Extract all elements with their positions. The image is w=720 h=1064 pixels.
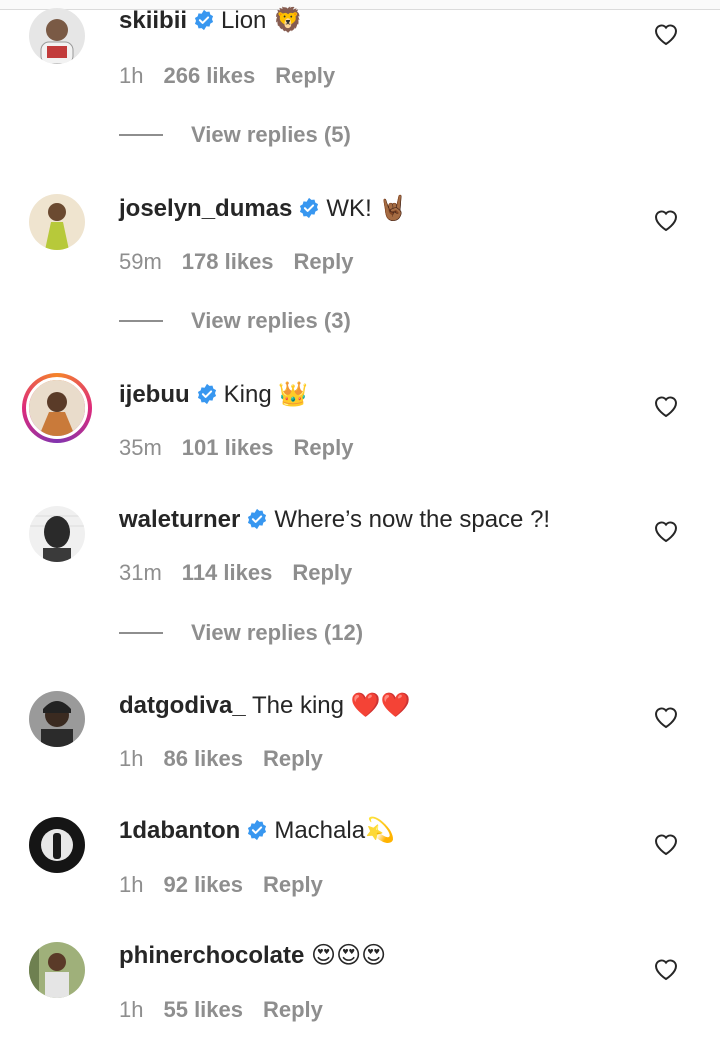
- like-heart-icon[interactable]: [653, 957, 679, 981]
- reply-button[interactable]: Reply: [263, 746, 323, 771]
- comment-meta: 31m 114 likes Reply: [119, 559, 352, 587]
- username[interactable]: phinerchocolate: [119, 942, 304, 969]
- comment-line: 1dabanton Machala💫: [119, 816, 395, 846]
- comment-time: 59m: [119, 249, 162, 274]
- reply-button[interactable]: Reply: [292, 560, 352, 585]
- comment-line: waleturner Where’s now the space ?!: [119, 505, 550, 535]
- comment-meta: 1h 266 likes Reply: [119, 62, 335, 90]
- comment-line: ijebuu King 👑: [119, 380, 308, 410]
- reply-button[interactable]: Reply: [294, 435, 354, 460]
- avatar[interactable]: [29, 942, 85, 998]
- comment-line: skiibii Lion 🦁: [119, 6, 303, 36]
- username[interactable]: ijebuu: [119, 381, 190, 408]
- username[interactable]: joselyn_dumas: [119, 195, 292, 222]
- avatar[interactable]: [29, 194, 85, 250]
- likes-count[interactable]: 266 likes: [163, 63, 255, 88]
- comment-time: 1h: [119, 746, 144, 771]
- view-replies[interactable]: View replies (12): [119, 619, 363, 647]
- username[interactable]: 1dabanton: [119, 817, 240, 844]
- username[interactable]: datgodiva_: [119, 692, 246, 719]
- likes-count[interactable]: 86 likes: [163, 746, 243, 771]
- comment-line: datgodiva_ The king ❤️❤️: [119, 691, 410, 721]
- avatar[interactable]: [29, 691, 85, 747]
- comment-text: Where’s now the space ?!: [274, 506, 551, 533]
- reply-button[interactable]: Reply: [294, 249, 354, 274]
- comment-meta: 1h 55 likes Reply: [119, 996, 323, 1024]
- verified-badge-icon: [246, 819, 268, 841]
- comment-text: WK! 🤘🏾: [326, 195, 409, 222]
- like-heart-icon[interactable]: [653, 394, 679, 418]
- verified-badge-icon: [196, 383, 218, 405]
- comment-time: 35m: [119, 435, 162, 460]
- likes-count[interactable]: 178 likes: [182, 249, 274, 274]
- verified-badge-icon: [298, 197, 320, 219]
- avatar[interactable]: [29, 817, 85, 873]
- comment-time: 1h: [119, 63, 144, 88]
- comment-meta: 1h 92 likes Reply: [119, 871, 323, 899]
- avatar[interactable]: [29, 8, 85, 64]
- likes-count[interactable]: 101 likes: [182, 435, 274, 460]
- reply-button[interactable]: Reply: [263, 872, 323, 897]
- comment-time: 31m: [119, 560, 162, 585]
- top-divider: [0, 0, 720, 10]
- view-replies-label[interactable]: View replies (12): [191, 619, 363, 647]
- likes-count[interactable]: 55 likes: [163, 997, 243, 1022]
- reply-button[interactable]: Reply: [275, 63, 335, 88]
- avatar[interactable]: [29, 506, 85, 562]
- reply-button[interactable]: Reply: [263, 997, 323, 1022]
- comment-time: 1h: [119, 872, 144, 897]
- replies-divider: [119, 320, 163, 322]
- likes-count[interactable]: 114 likes: [182, 560, 273, 585]
- comment-text: 😍😍😍: [311, 942, 387, 969]
- like-heart-icon[interactable]: [653, 208, 679, 232]
- comment-meta: 35m 101 likes Reply: [119, 434, 353, 462]
- verified-badge-icon: [193, 9, 215, 31]
- comment-meta: 1h 86 likes Reply: [119, 745, 323, 773]
- username[interactable]: skiibii: [119, 7, 187, 34]
- verified-badge-icon: [246, 508, 268, 530]
- view-replies[interactable]: View replies (5): [119, 121, 351, 149]
- comment-text: The king ❤️❤️: [251, 692, 411, 719]
- comment-text: Machala💫: [274, 817, 395, 844]
- username[interactable]: waleturner: [119, 506, 240, 533]
- comment-meta: 59m 178 likes Reply: [119, 248, 353, 276]
- comment-line: phinerchocolate 😍😍😍: [119, 941, 386, 971]
- view-replies-label[interactable]: View replies (3): [191, 307, 351, 335]
- replies-divider: [119, 632, 163, 634]
- view-replies-label[interactable]: View replies (5): [191, 121, 351, 149]
- comment-text: Lion 🦁: [221, 7, 303, 34]
- view-replies[interactable]: View replies (3): [119, 307, 351, 335]
- like-heart-icon[interactable]: [653, 519, 679, 543]
- comment-line: joselyn_dumas WK! 🤘🏾: [119, 194, 408, 224]
- like-heart-icon[interactable]: [653, 22, 679, 46]
- replies-divider: [119, 134, 163, 136]
- likes-count[interactable]: 92 likes: [163, 872, 243, 897]
- comment-text: King 👑: [223, 381, 309, 408]
- comment-time: 1h: [119, 997, 144, 1022]
- avatar-story-ring[interactable]: [22, 373, 92, 443]
- like-heart-icon[interactable]: [653, 832, 679, 856]
- like-heart-icon[interactable]: [653, 705, 679, 729]
